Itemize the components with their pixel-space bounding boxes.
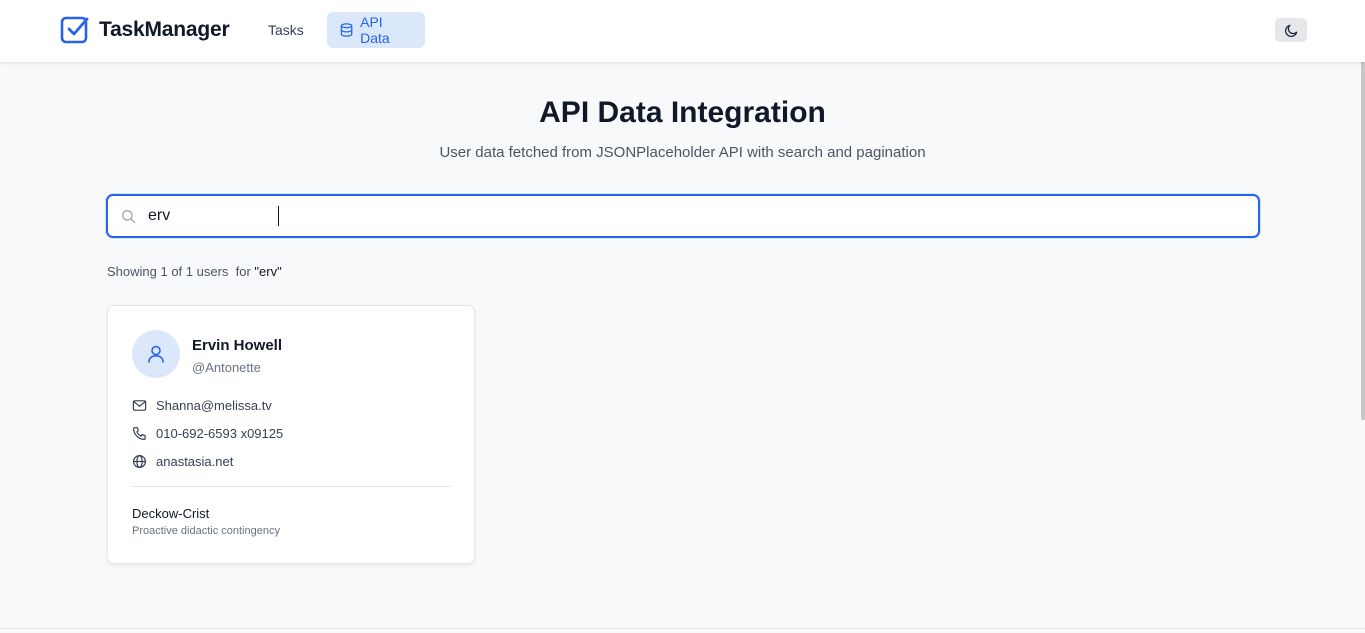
footer-divider: [0, 628, 1365, 629]
search-icon: [122, 210, 136, 224]
company-name: Deckow-Crist: [132, 506, 210, 521]
user-phone-row[interactable]: 010-692-6593 x09125: [132, 424, 283, 442]
database-icon: [340, 23, 353, 37]
moon-icon: [1284, 24, 1297, 37]
checkbox-logo-icon: [60, 16, 89, 44]
top-navbar: TaskManager Tasks API Data: [0, 0, 1365, 62]
mail-icon: [132, 399, 147, 411]
user-username: @Antonette: [192, 360, 261, 375]
nav-api-data-link[interactable]: API Data: [327, 12, 425, 48]
user-email-row[interactable]: Shanna@melissa.tv: [132, 396, 272, 414]
phone-icon: [132, 426, 146, 440]
user-name: Ervin Howell: [192, 337, 283, 354]
user-card[interactable]: Ervin Howell @Antonette Shanna@melissa.t…: [107, 305, 475, 564]
user-icon: [148, 345, 164, 363]
user-phone: 010-692-6593 x09125: [156, 425, 284, 441]
results-summary: Showing 1 of 1 users for "erv": [107, 264, 282, 279]
text-caret: [278, 206, 279, 226]
page-scrollbar[interactable]: [1361, 0, 1365, 420]
brand[interactable]: TaskManager: [60, 15, 230, 45]
results-query: "erv": [254, 264, 282, 279]
user-email: Shanna@melissa.tv: [156, 397, 272, 413]
search-box[interactable]: [106, 194, 1260, 238]
results-summary-text: Showing 1 of 1 users for: [107, 264, 255, 279]
nav-tasks-label: Tasks: [268, 22, 304, 38]
page-subtitle: User data fetched from JSONPlaceholder A…: [439, 144, 926, 161]
nav-api-data-label: API Data: [360, 14, 390, 46]
avatar: [132, 330, 180, 378]
nav-tasks-link[interactable]: Tasks: [256, 12, 316, 48]
card-divider: [132, 486, 451, 487]
page-title: API Data Integration: [539, 96, 826, 129]
search-input[interactable]: [148, 204, 1248, 228]
user-website-row[interactable]: anastasia.net: [132, 452, 233, 470]
user-website: anastasia.net: [156, 453, 234, 469]
theme-toggle-button[interactable]: [1275, 18, 1307, 42]
globe-icon: [132, 454, 147, 468]
brand-name: TaskManager: [99, 18, 230, 41]
company-catch-phrase: Proactive didactic contingency: [132, 525, 280, 537]
